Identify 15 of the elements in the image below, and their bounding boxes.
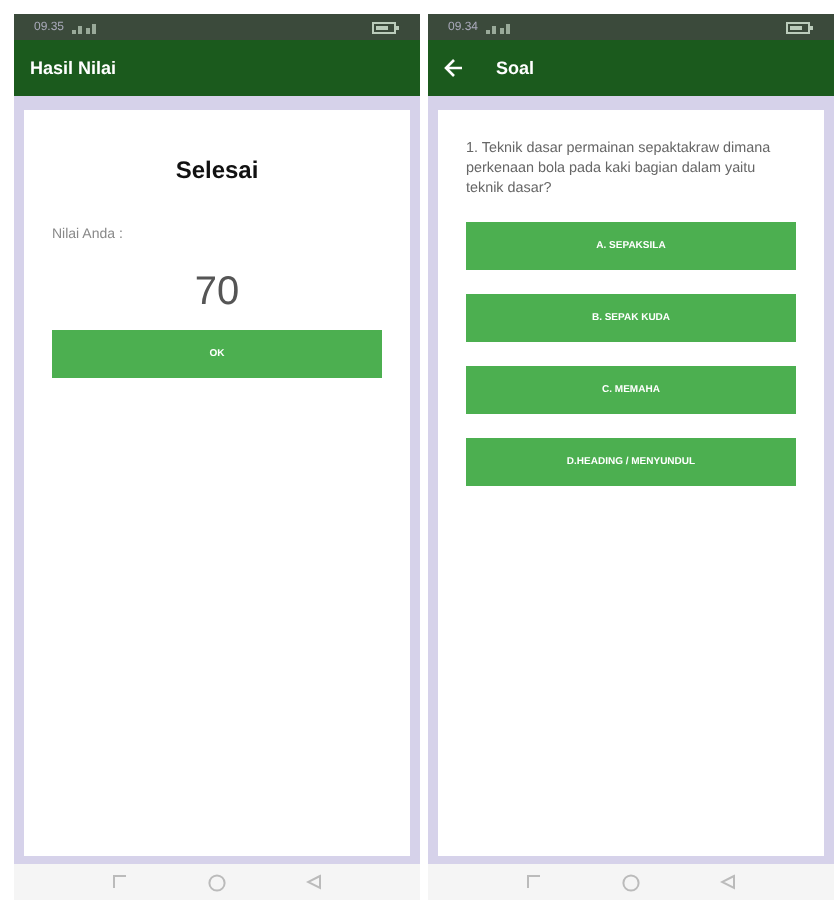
result-heading: Selesai (173, 156, 261, 184)
app-title: Soal (496, 58, 535, 78)
battery-icon (372, 21, 400, 33)
home-icon[interactable] (208, 873, 226, 891)
recent-apps-icon[interactable] (112, 874, 128, 890)
app-title: Hasil Nilai (30, 58, 117, 78)
score-value: 70 (192, 270, 242, 316)
back-icon[interactable] (306, 874, 322, 890)
signal-icon (486, 21, 515, 33)
battery-icon (786, 21, 814, 33)
back-icon[interactable] (720, 874, 736, 890)
signal-icon (72, 21, 101, 33)
recent-apps-icon[interactable] (526, 874, 542, 890)
home-icon[interactable] (622, 873, 640, 891)
back-arrow-icon[interactable] (444, 58, 464, 78)
